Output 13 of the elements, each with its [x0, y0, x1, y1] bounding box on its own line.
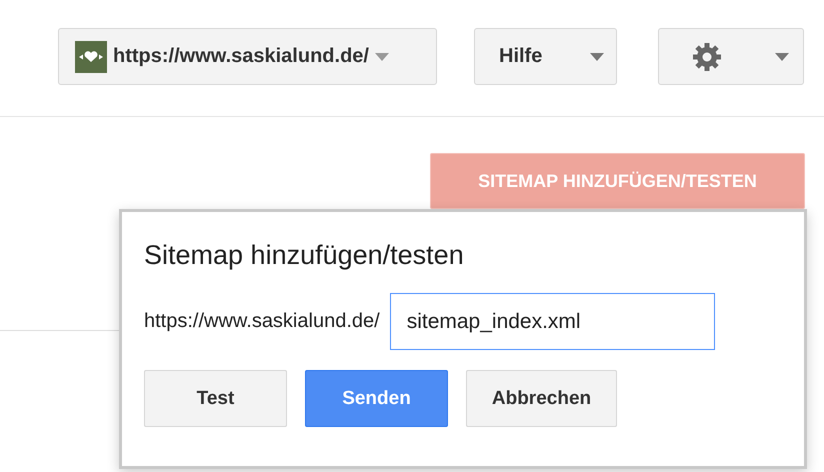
- dialog-title: Sitemap hinzufügen/testen: [144, 240, 465, 271]
- caret-icon: [374, 52, 389, 60]
- dialog-button[interactable]: Test: [144, 370, 287, 427]
- url-prefix: https://www.saskialund.de/: [144, 310, 380, 333]
- caret-icon: [775, 52, 789, 60]
- sitemap-input[interactable]: sitemap_index.xml: [390, 293, 715, 350]
- site-logo-icon: [75, 40, 107, 72]
- help-menu[interactable]: Hilfe: [474, 28, 617, 85]
- caret-icon: [590, 52, 604, 60]
- settings-icon: [691, 40, 723, 72]
- settings-menu[interactable]: [658, 28, 804, 85]
- dialog-button[interactable]: Abbrechen: [466, 370, 617, 427]
- site-selector[interactable]: https://www.saskialund.de/: [58, 28, 437, 85]
